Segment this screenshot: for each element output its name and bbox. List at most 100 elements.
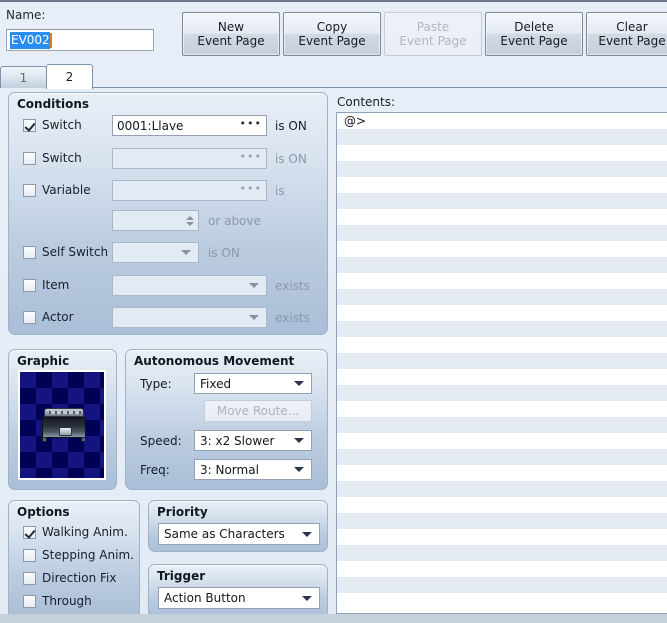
event-command-row[interactable]: [337, 529, 667, 545]
priority-title: Priority: [157, 505, 208, 519]
new-event-page-button[interactable]: New Event Page: [182, 12, 280, 56]
event-command-row[interactable]: [337, 369, 667, 385]
chest-body: [42, 417, 86, 438]
condition-actor-checkbox[interactable]: Actor: [23, 310, 74, 324]
condition-actor-label: Actor: [42, 310, 74, 324]
condition-switch2-checkbox[interactable]: Switch: [23, 151, 82, 165]
event-command-row[interactable]: [337, 481, 667, 497]
event-page-editor: Name: EV002 New Event Page Copy Event Pa…: [0, 0, 667, 623]
condition-self-switch-suffix: is ON: [208, 246, 240, 260]
priority-value: Same as Characters: [164, 527, 285, 541]
condition-switch1-field[interactable]: 0001:Llave •••: [112, 115, 267, 136]
event-command-row[interactable]: [337, 433, 667, 449]
event-command-row[interactable]: [337, 177, 667, 193]
graphic-preview[interactable]: [18, 370, 106, 480]
event-command-row[interactable]: [337, 145, 667, 161]
options-title: Options: [17, 505, 70, 519]
event-command-row[interactable]: [337, 321, 667, 337]
event-command-row[interactable]: [337, 401, 667, 417]
name-input[interactable]: EV002: [6, 29, 154, 51]
movement-freq-value: 3: Normal: [200, 462, 259, 477]
trigger-combo[interactable]: Action Button: [158, 587, 320, 609]
checkbox-icon: [23, 245, 36, 259]
event-command-row[interactable]: [337, 305, 667, 321]
option-walking-anim-checkbox[interactable]: Walking Anim.: [23, 525, 128, 539]
conditions-group: Conditions Switch 0001:Llave ••• is ON S…: [8, 92, 328, 335]
chest-foot-right: [81, 437, 86, 442]
event-command-row[interactable]: [337, 289, 667, 305]
options-group: Options Walking Anim. Stepping Anim. Dir…: [8, 500, 140, 619]
option-direction-fix-checkbox[interactable]: Direction Fix: [23, 571, 117, 585]
bottom-strip: [0, 614, 667, 623]
option-stepping-anim-checkbox[interactable]: Stepping Anim.: [23, 548, 134, 562]
movement-freq-combo[interactable]: 3: Normal: [194, 459, 312, 480]
condition-self-switch-label: Self Switch: [42, 245, 109, 259]
condition-self-switch-checkbox[interactable]: Self Switch: [23, 245, 108, 259]
event-command-row[interactable]: [337, 257, 667, 273]
event-command-row[interactable]: [337, 193, 667, 209]
text-caret: [49, 32, 52, 48]
chest-foot-left: [42, 437, 47, 442]
event-command-row[interactable]: [337, 273, 667, 289]
event-command-row[interactable]: [337, 465, 667, 481]
move-route-button: Move Route...: [204, 400, 312, 422]
spinner-arrows-icon: [186, 215, 194, 226]
movement-type-combo[interactable]: Fixed: [194, 373, 312, 394]
event-command-row[interactable]: [337, 449, 667, 465]
new-event-page-label-line2: Event Page: [197, 34, 265, 48]
chevron-down-icon: [181, 250, 191, 255]
copy-event-page-label-line2: Event Page: [298, 34, 366, 48]
event-command-row[interactable]: [337, 417, 667, 433]
chevron-down-icon: [294, 381, 304, 386]
spinner-down-icon: [186, 221, 194, 226]
event-command-row[interactable]: [337, 577, 667, 593]
event-command-row[interactable]: [337, 241, 667, 257]
event-command-row[interactable]: @>: [337, 113, 667, 129]
event-command-row[interactable]: [337, 161, 667, 177]
condition-variable-checkbox[interactable]: Variable: [23, 183, 91, 197]
condition-item-checkbox[interactable]: Item: [23, 278, 69, 292]
option-through-checkbox[interactable]: Through: [23, 594, 92, 608]
event-command-row[interactable]: [337, 497, 667, 513]
checkbox-icon: [23, 525, 36, 539]
movement-speed-label: Speed:: [140, 434, 182, 448]
tab-page-1[interactable]: 1: [0, 66, 47, 88]
movement-speed-value: 3: x2 Slower: [200, 433, 275, 448]
trigger-group: Trigger Action Button: [148, 564, 328, 619]
event-command-row[interactable]: [337, 209, 667, 225]
move-route-label: Move Route...: [216, 404, 300, 418]
checkbox-icon: [23, 183, 36, 197]
event-command-row[interactable]: [337, 337, 667, 353]
event-command-row[interactable]: [337, 385, 667, 401]
condition-switch1-label: Switch: [42, 118, 82, 132]
condition-variable-value-spinner: [112, 210, 199, 231]
paste-event-page-label-line2: Event Page: [399, 34, 467, 48]
movement-speed-combo[interactable]: 3: x2 Slower: [194, 430, 312, 451]
ellipsis-icon[interactable]: •••: [240, 118, 262, 131]
graphic-group: Graphic: [8, 349, 117, 490]
tab-page-2[interactable]: 2: [46, 64, 93, 89]
delete-event-page-button[interactable]: Delete Event Page: [485, 12, 583, 56]
event-command-row[interactable]: [337, 561, 667, 577]
condition-item-combo: [112, 275, 267, 296]
chevron-down-icon: [294, 467, 304, 472]
condition-switch1-value: 0001:Llave: [117, 118, 184, 133]
ellipsis-icon: •••: [239, 182, 262, 195]
event-command-row[interactable]: [337, 225, 667, 241]
copy-event-page-button[interactable]: Copy Event Page: [283, 12, 381, 56]
event-command-row[interactable]: [337, 353, 667, 369]
event-command-row[interactable]: [337, 593, 667, 609]
event-command-row[interactable]: [337, 129, 667, 145]
checkbox-icon: [23, 278, 36, 292]
event-command-row[interactable]: [337, 545, 667, 561]
new-event-page-label-line1: New: [217, 20, 245, 34]
condition-variable-label: Variable: [42, 183, 91, 197]
event-commands-list[interactable]: @>: [336, 112, 667, 614]
event-command-row[interactable]: [337, 513, 667, 529]
condition-actor-combo: [112, 307, 267, 328]
clear-event-page-button[interactable]: Clear Event Page: [586, 12, 667, 56]
ellipsis-icon: •••: [239, 150, 262, 163]
condition-switch1-checkbox[interactable]: Switch: [23, 118, 82, 132]
priority-combo[interactable]: Same as Characters: [158, 523, 320, 545]
paste-event-page-label-line1: Paste: [416, 20, 450, 34]
